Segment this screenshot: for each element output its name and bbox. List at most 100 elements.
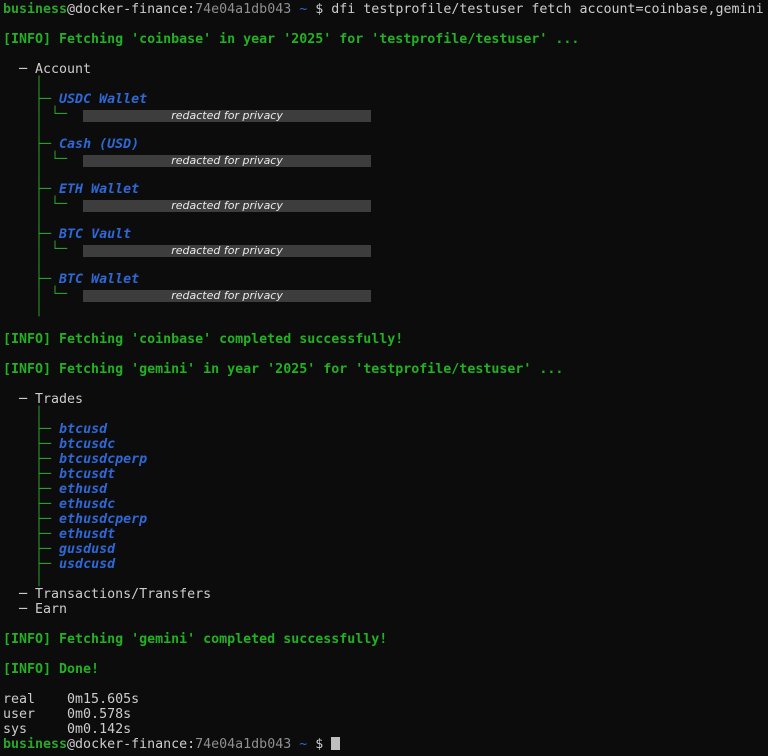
terminal-line: ├─ ethusdt bbox=[3, 527, 768, 542]
terminal-line: ├─ ethusdcperp bbox=[3, 512, 768, 527]
terminal-text: │ └─ bbox=[3, 107, 83, 122]
terminal-text: │ └─ bbox=[3, 287, 83, 302]
terminal-line bbox=[3, 47, 768, 62]
terminal-line: ├─ ETH Wallet bbox=[3, 182, 768, 197]
redacted-bar: redacted for privacy bbox=[83, 110, 371, 122]
terminal-line: [INFO] Fetching 'gemini' in year '2025' … bbox=[3, 362, 768, 377]
terminal-text: ├─ bbox=[3, 137, 59, 152]
terminal-text: @docker-finance: bbox=[67, 2, 195, 17]
terminal-text: btcusdc bbox=[59, 437, 115, 452]
terminal-text: ethusdc bbox=[59, 497, 115, 512]
terminal-line: │ bbox=[3, 572, 768, 587]
terminal-line: ├─ btcusdc bbox=[3, 437, 768, 452]
terminal-line: [INFO] Fetching 'gemini' completed succe… bbox=[3, 632, 768, 647]
terminal-line bbox=[3, 347, 768, 362]
terminal-text: │ └─ bbox=[3, 197, 83, 212]
terminal-text: BTC Vault bbox=[59, 227, 131, 242]
terminal-text: │ bbox=[3, 302, 43, 317]
terminal-text: ├─ bbox=[3, 227, 59, 242]
terminal-line: │ bbox=[3, 122, 768, 137]
terminal-line bbox=[3, 377, 768, 392]
terminal-text: │ bbox=[3, 212, 43, 227]
terminal-text: ─ Transactions/Transfers bbox=[3, 587, 211, 602]
terminal-text: ├─ bbox=[3, 182, 59, 197]
terminal-text: │ bbox=[3, 407, 43, 422]
terminal-text: btcusdt bbox=[59, 467, 115, 482]
terminal-line: ├─ ethusd bbox=[3, 482, 768, 497]
terminal-text: │ bbox=[3, 77, 43, 92]
terminal-line: [INFO] Fetching 'coinbase' in year '2025… bbox=[3, 32, 768, 47]
terminal-text: ├─ bbox=[3, 467, 59, 482]
terminal-line: │ bbox=[3, 77, 768, 92]
terminal-text: [INFO] Fetching 'gemini' completed succe… bbox=[3, 632, 387, 647]
terminal-line: │ └─ redacted for privacy bbox=[3, 197, 768, 212]
terminal-text: $ bbox=[307, 737, 331, 752]
terminal-text: @docker-finance: bbox=[67, 737, 195, 752]
terminal-text: ─ Trades bbox=[3, 392, 83, 407]
terminal-text: ETH Wallet bbox=[59, 182, 139, 197]
redacted-bar: redacted for privacy bbox=[83, 200, 371, 212]
terminal-line: │ bbox=[3, 302, 768, 317]
terminal-text: ─ Earn bbox=[3, 602, 67, 617]
redacted-bar: redacted for privacy bbox=[83, 155, 371, 167]
terminal-line: ─ Account bbox=[3, 62, 768, 77]
terminal-text: business bbox=[3, 737, 67, 752]
terminal-line: ├─ Cash (USD) bbox=[3, 137, 768, 152]
terminal-line: │ bbox=[3, 407, 768, 422]
terminal-cursor bbox=[331, 737, 340, 750]
terminal-line: user 0m0.578s bbox=[3, 707, 768, 722]
terminal-line bbox=[3, 317, 768, 332]
terminal-text: ├─ bbox=[3, 422, 59, 437]
terminal-line: ├─ btcusdcperp bbox=[3, 452, 768, 467]
terminal-text: ─ Account bbox=[3, 62, 91, 77]
terminal-line: ─ Transactions/Transfers bbox=[3, 587, 768, 602]
terminal-text: usdcusd bbox=[59, 557, 115, 572]
terminal-text: ├─ bbox=[3, 437, 59, 452]
terminal-text: │ └─ bbox=[3, 242, 83, 257]
terminal-text: 74e04a1db043 bbox=[195, 737, 291, 752]
terminal-text: sys 0m0.142s bbox=[3, 722, 131, 737]
redacted-bar: redacted for privacy bbox=[83, 290, 371, 302]
terminal-line: ├─ ethusdc bbox=[3, 497, 768, 512]
terminal-text: ├─ bbox=[3, 272, 59, 287]
terminal-text: btcusd bbox=[59, 422, 107, 437]
terminal-text: │ bbox=[3, 167, 43, 182]
terminal-line: ├─ gusdusd bbox=[3, 542, 768, 557]
terminal-line bbox=[3, 647, 768, 662]
terminal-text: ├─ bbox=[3, 557, 59, 572]
terminal-text: │ bbox=[3, 122, 43, 137]
terminal-text: btcusdcperp bbox=[59, 452, 147, 467]
terminal-text: ├─ bbox=[3, 92, 59, 107]
terminal-line bbox=[3, 617, 768, 632]
terminal-text: ├─ bbox=[3, 512, 59, 527]
terminal-text: ethusdt bbox=[59, 527, 115, 542]
terminal-line: business@docker-finance:74e04a1db043 ~ $… bbox=[3, 2, 768, 17]
terminal-text: dfi testprofile/testuser fetch account=c… bbox=[331, 2, 763, 17]
terminal-text: ├─ bbox=[3, 497, 59, 512]
terminal-text: business bbox=[3, 2, 67, 17]
redacted-bar: redacted for privacy bbox=[83, 245, 371, 257]
terminal-text: ethusdcperp bbox=[59, 512, 147, 527]
terminal-text: │ bbox=[3, 572, 43, 587]
terminal-line: │ bbox=[3, 167, 768, 182]
terminal-line: ├─ BTC Vault bbox=[3, 227, 768, 242]
terminal-text: $ bbox=[307, 2, 331, 17]
terminal-text: USDC Wallet bbox=[59, 92, 147, 107]
terminal-text: 74e04a1db043 bbox=[195, 2, 291, 17]
terminal-text: ├─ bbox=[3, 527, 59, 542]
terminal-line: ├─ USDC Wallet bbox=[3, 92, 768, 107]
terminal-line: │ bbox=[3, 257, 768, 272]
terminal-line: ─ Earn bbox=[3, 602, 768, 617]
terminal[interactable]: business@docker-finance:74e04a1db043 ~ $… bbox=[0, 0, 768, 756]
terminal-line bbox=[3, 17, 768, 32]
terminal-text: ethusd bbox=[59, 482, 107, 497]
terminal-text: [INFO] Done! bbox=[3, 662, 99, 677]
terminal-text: │ └─ bbox=[3, 152, 83, 167]
terminal-text: [INFO] Fetching 'coinbase' completed suc… bbox=[3, 332, 403, 347]
terminal-line: │ └─ redacted for privacy bbox=[3, 242, 768, 257]
terminal-line: │ bbox=[3, 212, 768, 227]
terminal-line: │ └─ redacted for privacy bbox=[3, 287, 768, 302]
terminal-text: ├─ bbox=[3, 542, 59, 557]
terminal-line: │ └─ redacted for privacy bbox=[3, 152, 768, 167]
terminal-line: sys 0m0.142s bbox=[3, 722, 768, 737]
